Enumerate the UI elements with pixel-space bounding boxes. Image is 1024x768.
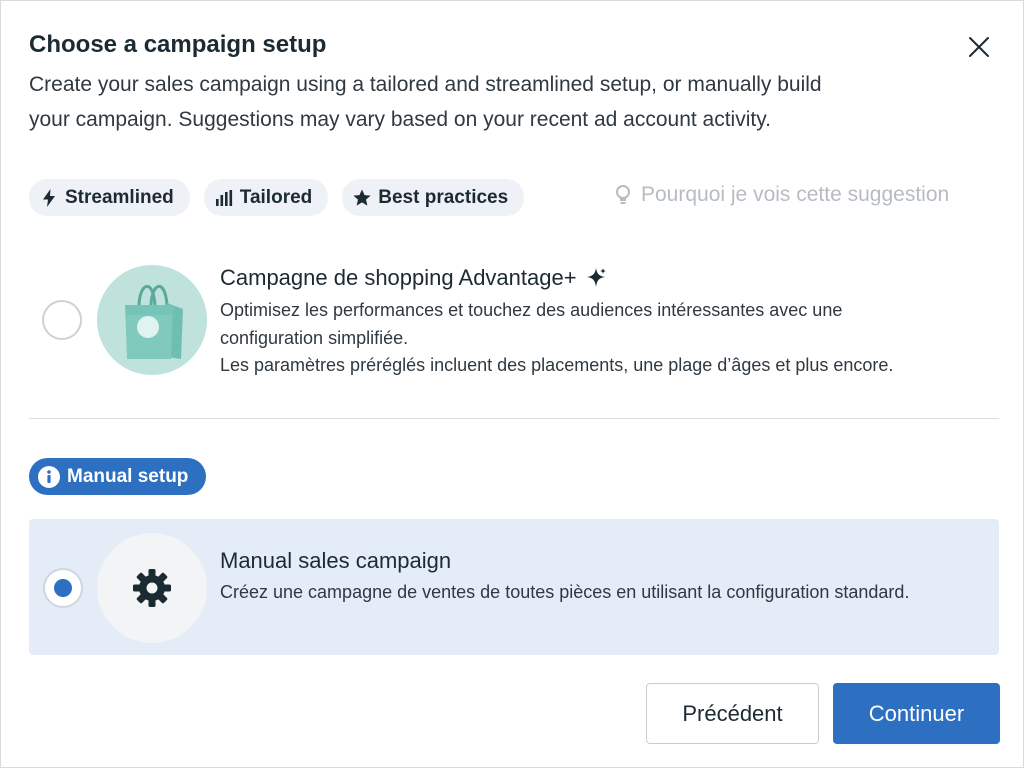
- why-suggestion-link[interactable]: Pourquoi je vois cette suggestion: [613, 183, 949, 207]
- manual-sales-radio[interactable]: [43, 568, 83, 608]
- previous-button[interactable]: Précédent: [646, 683, 819, 744]
- section-divider: [29, 418, 999, 419]
- info-icon: [37, 465, 61, 489]
- lightbulb-icon: [613, 184, 633, 206]
- chip-label: Best practices: [378, 186, 509, 208]
- advantage-shopping-description: Optimisez les performances et touchez de…: [220, 297, 990, 380]
- suggestion-chips: Streamlined Tailored Best practices: [29, 179, 525, 216]
- chip-label: Tailored: [239, 186, 313, 208]
- campaign-setup-dialog: Choose a campaign setup Create your sale…: [0, 0, 1024, 768]
- lightning-icon: [39, 188, 59, 208]
- manual-setup-badge: Manual setup: [29, 458, 207, 495]
- radio-selected-dot: [54, 579, 72, 597]
- chip-best-practices: Best practices: [342, 179, 525, 216]
- manual-sales-title: Manual sales campaign: [220, 548, 452, 573]
- close-icon: [969, 37, 989, 57]
- option-title-text: Campagne de shopping Advantage+: [220, 265, 577, 290]
- manual-sales-description: Créez une campagne de ventes de toutes p…: [220, 582, 910, 602]
- description-line: configuration simplifiée.: [220, 327, 409, 348]
- sparkle-icon: [585, 267, 607, 289]
- bar-chart-icon: [214, 188, 234, 208]
- chip-label: Streamlined: [65, 186, 174, 208]
- chip-tailored: Tailored: [203, 179, 329, 216]
- why-suggestion-label: Pourquoi je vois cette suggestion: [641, 183, 950, 206]
- close-button[interactable]: [963, 31, 995, 63]
- continue-button[interactable]: Continuer: [833, 683, 1000, 744]
- chip-streamlined: Streamlined: [29, 179, 190, 216]
- dialog-subtitle: Create your sales campaign using a tailo…: [29, 67, 969, 137]
- advantage-shopping-title: Campagne de shopping Advantage+: [220, 265, 607, 291]
- gear-icon: [133, 569, 171, 607]
- subtitle-line: Create your sales campaign using a tailo…: [29, 73, 822, 96]
- gear-illustration: [97, 533, 207, 643]
- description-line: Optimisez les performances et touchez de…: [220, 300, 843, 320]
- badge-label: Manual setup: [67, 465, 189, 487]
- star-icon: [352, 188, 372, 208]
- advantage-shopping-radio[interactable]: [42, 300, 82, 340]
- dialog-title: Choose a campaign setup: [29, 31, 327, 58]
- subtitle-line: your campaign. Suggestions may vary base…: [29, 108, 772, 131]
- description-line: Les paramètres préréglés incluent des pl…: [220, 355, 894, 375]
- shopping-bag-illustration: [97, 265, 207, 375]
- manual-sales-campaign-option[interactable]: Manual sales campaign Créez une campagne…: [29, 519, 999, 655]
- shopping-bag-icon: [125, 284, 183, 359]
